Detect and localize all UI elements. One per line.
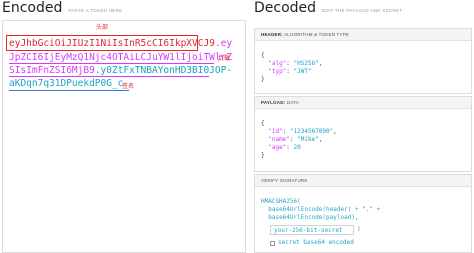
encoded-subtitle: PASTE A TOKEN HERE (68, 8, 123, 13)
header-annotation: 头部 (96, 25, 109, 31)
base64-checkbox-label: secret base64 encoded (278, 239, 354, 246)
payload-underline-2 (9, 76, 209, 78)
decoded-header: Decoded EDIT THE PAYLOAD AND SECRET (254, 0, 402, 18)
signature-underline (9, 90, 129, 92)
header-section-label: HEADER: ALGORITHM & TOKEN TYPE (255, 29, 471, 41)
payload-label-rest: DATA (286, 100, 299, 105)
age-key: "age" (268, 144, 287, 151)
encoded-title: Encoded (2, 0, 63, 16)
base64-checkbox[interactable] (270, 241, 275, 246)
close-paren: ) (357, 226, 361, 233)
typ-value: "JWT" (293, 68, 312, 75)
encoded-header: Encoded PASTE A TOKEN HERE (2, 0, 122, 18)
typ-key: "typ" (268, 68, 287, 75)
token-line-4: aKDqn7q31DPuekdP0G_c (9, 78, 124, 89)
token-line-1: eyJhbGciOiJIUzI1NiIsInR5cCI6IkpXVCJ9.ey (9, 37, 232, 50)
header-label-rest: ALGORITHM & TOKEN TYPE (284, 32, 350, 37)
signature-section-label: VERIFY SIGNATURE (255, 175, 471, 187)
id-key: "id" (268, 128, 283, 135)
payload-brace-open: { (261, 120, 265, 127)
decoded-title: Decoded (254, 0, 317, 16)
token-payload-end: SIsImFnZSI6MjB9 (9, 65, 95, 76)
payload-encode-line: base64UrlEncode(payload), (268, 214, 359, 221)
signature-formula: HMACSHA256( base64UrlEncode(header) + ".… (261, 190, 380, 222)
hmac-line: HMACSHA256( (261, 198, 301, 205)
token-signature-start: .y0ZtFxTNBAYonHD3BI0JOP- (94, 65, 233, 76)
payload-section-label: PAYLOAD: DATA (255, 97, 471, 109)
name-key: "name" (268, 136, 290, 143)
payload-section: PAYLOAD: DATA { "id": "1234567890", "nam… (254, 96, 472, 172)
name-value: "Mike" (297, 136, 319, 143)
payload-label-bold: PAYLOAD: (261, 100, 286, 105)
payload-brace-close: } (261, 152, 265, 159)
header-brace-close: } (261, 76, 265, 83)
payload-underline (9, 63, 214, 65)
payload-annotation: 负载 (218, 56, 231, 62)
header-section: HEADER: ALGORITHM & TOKEN TYPE { "alg": … (254, 28, 472, 94)
payload-json-editor[interactable]: { "id": "1234567890", "name": "Mike", "a… (261, 112, 337, 160)
decoded-subtitle: EDIT THE PAYLOAD AND SECRET (322, 8, 403, 13)
signature-annotation: 签名 (122, 84, 135, 90)
header-json-editor[interactable]: { "alg": "HS256", "typ": "JWT" } (261, 44, 322, 84)
header-label-bold: HEADER: (261, 32, 283, 37)
token-header-part: eyJhbGciOiJIUzI1NiIsInR5cCI6IkpXVCJ9 (9, 38, 215, 49)
alg-value: "HS256" (293, 60, 319, 67)
secret-input[interactable] (270, 225, 354, 235)
alg-key: "alg" (268, 60, 287, 67)
token-payload-start: .ey (214, 38, 233, 49)
signature-section: VERIFY SIGNATURE HMACSHA256( base64UrlEn… (254, 174, 472, 253)
header-encode-line: base64UrlEncode(header) + "." + (268, 206, 381, 213)
header-brace-open: { (261, 52, 265, 59)
age-value: 20 (293, 144, 301, 151)
id-value: "1234567890" (289, 128, 334, 135)
